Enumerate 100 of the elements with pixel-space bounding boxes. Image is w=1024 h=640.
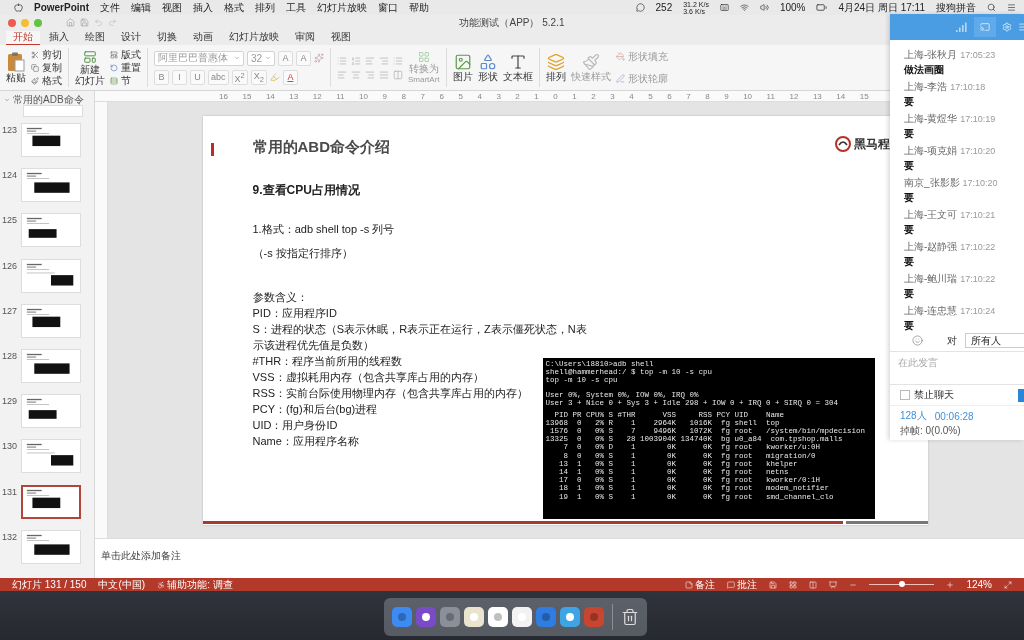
slide-text: Name：应用程序名称 [252,433,359,449]
shapes-button[interactable]: 形状 [477,53,498,82]
ribbon-tab[interactable]: 审阅 [288,31,322,45]
paste-button[interactable]: 粘贴 [6,52,26,83]
chat-sender: 上海-王文可 [904,208,958,222]
chat-input[interactable]: 在此发言 [890,351,1024,385]
language-status[interactable]: 中文(中国) [98,578,146,591]
format-button[interactable]: I [172,69,187,85]
save-icon[interactable] [80,18,89,27]
app-menu[interactable]: PowerPoint [34,2,89,13]
menu-item[interactable]: 幻灯片放映 [317,0,367,15]
slide-text: （-s 按指定行排序） [252,245,353,261]
ribbon-tab[interactable]: 视图 [324,31,358,45]
chat-time: 17:10:21 [960,210,996,220]
app-icon[interactable] [415,607,436,627]
notes-icon [685,580,694,589]
zoom-percent[interactable]: 124% [966,578,992,591]
numbering-icon[interactable] [351,55,361,66]
apple-icon[interactable] [14,3,23,12]
reset-button[interactable]: 重置 [110,61,141,74]
recipient-field[interactable]: 所有人 [965,333,1024,348]
wifi-icon[interactable] [739,3,749,12]
notes-placeholder[interactable]: 单击此处添加备注 [101,550,181,561]
ruler-label: 13 [812,91,822,101]
settings-icon[interactable] [1002,22,1012,32]
arrange-button[interactable]: 排列 [545,53,566,82]
window-title: 功能测试（APP） 5.2.1 [459,15,565,30]
menu-item[interactable]: 格式 [224,0,244,15]
picture-button[interactable]: 图片 [452,53,473,82]
ribbon-tab[interactable]: 幻灯片放映 [222,31,286,45]
send-button[interactable] [1018,388,1024,402]
slide-thumbnail[interactable] [21,484,81,519]
menu-item[interactable]: 窗口 [378,0,398,15]
ruler-label: 15 [242,91,252,101]
mute-label[interactable]: 禁止聊天 [914,388,954,402]
menu-item[interactable]: 排列 [255,0,275,15]
textbox-button[interactable]: 文本框 [502,53,533,82]
format-button[interactable]: abc [208,69,229,85]
fit-icon[interactable] [1004,580,1012,589]
menu-item[interactable]: 视图 [162,0,182,15]
copy-button[interactable]: 复制 [31,61,62,74]
ribbon-tab[interactable]: 动画 [186,31,220,45]
chat-icon[interactable] [635,3,645,12]
font-color-button[interactable]: A [282,69,298,85]
zoom-slider[interactable] [869,583,935,586]
grow-font-button[interactable]: A [278,50,293,66]
comments-button[interactable]: 批注 [737,578,758,591]
mute-checkbox[interactable] [900,390,910,400]
slide-counter: 幻灯片 131 / 150 [12,578,87,591]
section-button[interactable]: 节 [110,74,141,87]
reading-view-icon[interactable] [809,580,818,589]
ribbon-tab[interactable]: 开始 [6,31,40,45]
menu-item[interactable]: 帮助 [409,0,429,15]
app-icon[interactable] [463,607,484,627]
home-icon[interactable] [66,18,75,27]
menu-item[interactable]: 工具 [286,0,306,15]
app-icon[interactable] [511,607,532,627]
search-icon[interactable] [987,3,996,12]
format-button[interactable]: U [190,69,205,85]
minimize-button[interactable] [21,18,29,27]
menu-item[interactable]: 文件 [100,0,120,15]
menu-item[interactable]: 编辑 [131,0,151,15]
format-painter-button[interactable]: 格式 [31,74,62,87]
format-button[interactable]: B [154,69,169,85]
section-title[interactable]: 常用的ADB命令 [13,93,84,107]
slide-heading: 9.查看CPU占用情况 [252,181,360,199]
trash-icon[interactable] [620,608,639,626]
format-button[interactable]: X$^{2}$ [231,69,248,85]
battery-icon[interactable] [816,2,828,13]
ribbon-tab[interactable]: 绘图 [78,31,112,45]
zoom-in-icon[interactable] [946,580,955,589]
slideshow-icon[interactable] [829,580,838,589]
zoom-thumb[interactable] [898,580,905,587]
app-icon[interactable] [487,607,508,627]
screen-share-button[interactable] [974,17,996,37]
menu-item[interactable]: 插入 [193,0,213,15]
ribbon-tab[interactable]: 插入 [42,31,76,45]
collapse-icon[interactable] [4,97,10,103]
cut-button[interactable]: 剪切 [31,48,62,61]
input-method[interactable]: 搜狗拼音 [936,0,976,15]
format-button[interactable]: X$_{2}$ [250,69,267,85]
menu-icon[interactable] [1007,3,1016,12]
emoji-icon[interactable] [912,335,923,346]
clear-format-icon[interactable] [314,53,324,63]
ribbon-tab[interactable]: 设计 [114,31,148,45]
keyboard-icon[interactable] [719,3,729,12]
notes-pane[interactable]: 单击此处添加备注 [95,538,1024,578]
new-slide-button[interactable]: 新建 幻灯片 [75,49,105,86]
shrink-font-button[interactable]: A [296,50,311,66]
app-icon[interactable] [559,607,580,627]
volume-icon[interactable] [759,3,769,12]
layout-button[interactable]: 版式 [110,48,141,61]
columns-icon[interactable] [393,69,403,80]
sorter-view-icon[interactable] [789,580,798,589]
close-button[interactable] [8,18,16,27]
notes-button[interactable]: 备注 [695,578,716,591]
ribbon-tab[interactable]: 切换 [150,31,184,45]
highlighter-icon[interactable] [269,72,280,82]
zoom-button[interactable] [34,18,42,27]
accessibility-status[interactable]: 辅助功能: 调查 [167,578,233,591]
